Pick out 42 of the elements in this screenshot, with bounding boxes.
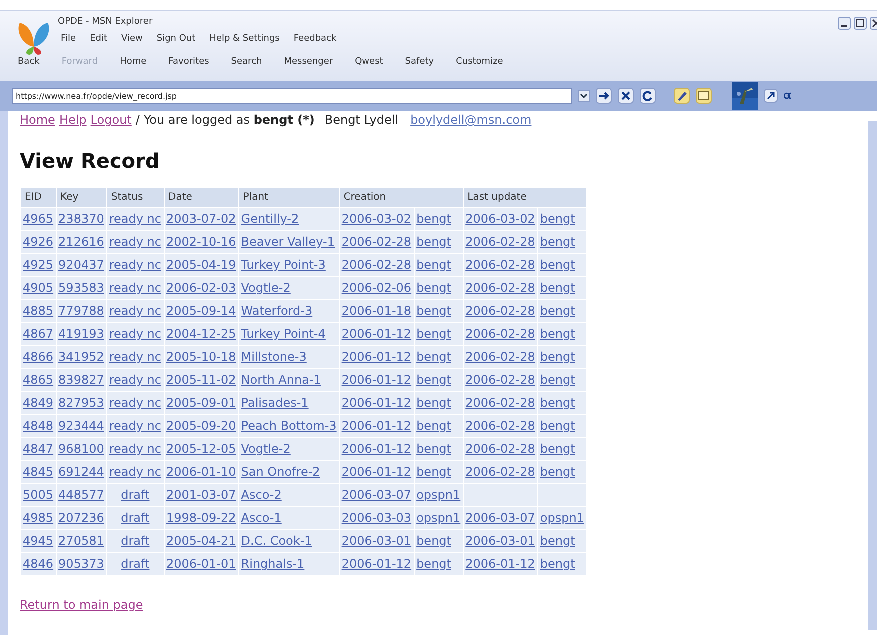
address-field[interactable]: https://www.nea.fr/opde/view_record.jsp [12,88,572,104]
page-heading: View Record [20,149,161,173]
nav-link[interactable]: Logout [90,113,132,127]
login-status-text: You are logged as bengt (*) [144,113,315,127]
column-header: Key [56,188,106,207]
pen-icon[interactable] [674,88,690,104]
scrollbar[interactable] [868,121,877,630]
nav-button[interactable]: Messenger [284,55,334,69]
window-title: OPDE - MSN Explorer [58,17,153,27]
email-link[interactable]: boylydell@msn.com [410,113,532,127]
refresh-icon[interactable] [640,88,656,104]
column-header: EID [21,188,56,207]
nav-button[interactable]: Back [18,55,40,69]
user-name-text: Bengt Lydell [324,113,399,127]
menu-item[interactable]: Edit [89,34,108,44]
nav-link[interactable]: Home [20,113,56,127]
menu-item[interactable]: Sign Out [156,34,197,44]
arrow-icon[interactable] [764,89,778,103]
stop-icon[interactable] [618,88,634,104]
column-header: Status [107,188,164,207]
menu-item[interactable]: Feedback [292,34,338,44]
return-link[interactable]: Return to main page [20,598,144,612]
column-header: Date [164,188,238,207]
column-header: Last update [464,188,586,207]
minimize-icon[interactable] [838,17,851,30]
nav-button[interactable]: Favorites [168,55,210,69]
nav-link[interactable]: Help [59,113,87,127]
nav-button[interactable]: Qwest [355,55,384,69]
column-header: Creation [340,188,463,207]
close-icon[interactable] [870,17,877,30]
menu-item[interactable]: File [60,34,78,44]
maximize-icon[interactable] [854,17,867,30]
nav-button[interactable]: Search [231,55,262,69]
nav-button[interactable]: Home [120,55,147,69]
nav-button[interactable]: Customize [456,55,504,69]
nav-button[interactable]: Safety [405,55,434,69]
dropdown-icon[interactable] [578,90,590,102]
menu-item[interactable]: View [120,34,144,44]
column-header: Plant [239,188,339,207]
separator-text: / [136,113,140,127]
window-icon[interactable] [696,88,712,104]
menu-item[interactable]: Help & Settings [208,34,281,44]
